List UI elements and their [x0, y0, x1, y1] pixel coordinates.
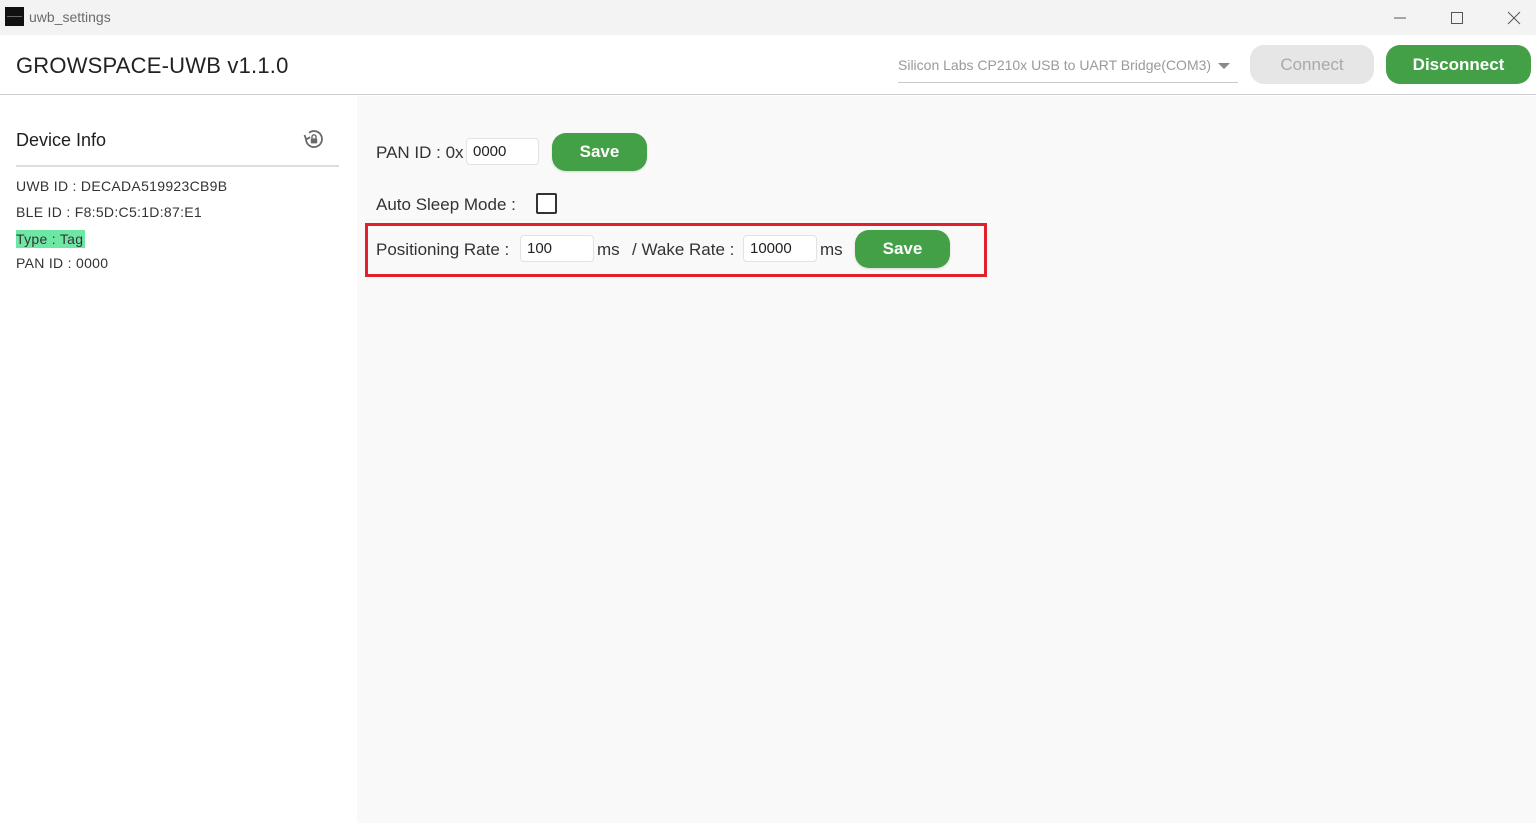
- auto-sleep-label: Auto Sleep Mode :: [376, 195, 516, 214]
- sidebar-divider: [16, 165, 339, 167]
- device-info-sidebar: Device Info UWB ID : DECADA519923CB9B BL…: [0, 96, 357, 823]
- ble-id-text: BLE ID : F8:5D:C5:1D:87:E1: [16, 204, 202, 220]
- uwb-id-text: UWB ID : DECADA519923CB9B: [16, 178, 228, 194]
- pan-id-input[interactable]: [466, 138, 539, 165]
- maximize-icon: [1451, 11, 1463, 24]
- maximize-button[interactable]: [1434, 0, 1480, 35]
- settings-panel: PAN ID : 0x Save Auto Sleep Mode : Posit…: [357, 96, 1536, 823]
- chevron-down-icon: [1218, 63, 1230, 69]
- minimize-button[interactable]: [1377, 0, 1423, 35]
- pan-id-text: PAN ID : 0000: [16, 255, 109, 271]
- positioning-rate-unit: ms: [597, 240, 620, 259]
- device-type-text: Type : Tag: [16, 230, 86, 248]
- device-info-title: Device Info: [16, 130, 107, 150]
- wake-rate-label: / Wake Rate :: [632, 240, 735, 259]
- refresh-button[interactable]: [300, 125, 328, 153]
- connect-button[interactable]: Connect: [1250, 45, 1374, 84]
- refresh-lock-icon: [303, 130, 323, 148]
- serial-port-value: Silicon Labs CP210x USB to UART Bridge(C…: [898, 57, 1212, 73]
- disconnect-button[interactable]: Disconnect: [1386, 45, 1531, 84]
- window-titlebar: uwb_settings: [0, 0, 1536, 35]
- minimize-icon: [1394, 17, 1406, 18]
- window-title: uwb_settings: [29, 9, 111, 25]
- wake-rate-input[interactable]: [743, 235, 817, 262]
- positioning-rate-label: Positioning Rate :: [376, 240, 510, 259]
- pan-id-label: PAN ID : 0x: [376, 143, 464, 162]
- positioning-rate-input[interactable]: [520, 235, 594, 262]
- pan-save-button[interactable]: Save: [552, 133, 647, 171]
- app-icon: [5, 7, 24, 26]
- wake-rate-unit: ms: [820, 240, 843, 259]
- serial-port-select[interactable]: Silicon Labs CP210x USB to UART Bridge(C…: [898, 47, 1238, 83]
- auto-sleep-checkbox[interactable]: [536, 193, 557, 214]
- close-button[interactable]: [1491, 0, 1536, 35]
- app-header: GROWSPACE-UWB v1.1.0 Silicon Labs CP210x…: [0, 35, 1536, 95]
- app-title: GROWSPACE-UWB v1.1.0: [16, 53, 289, 78]
- rates-save-button[interactable]: Save: [855, 230, 950, 268]
- close-icon: [1507, 11, 1521, 24]
